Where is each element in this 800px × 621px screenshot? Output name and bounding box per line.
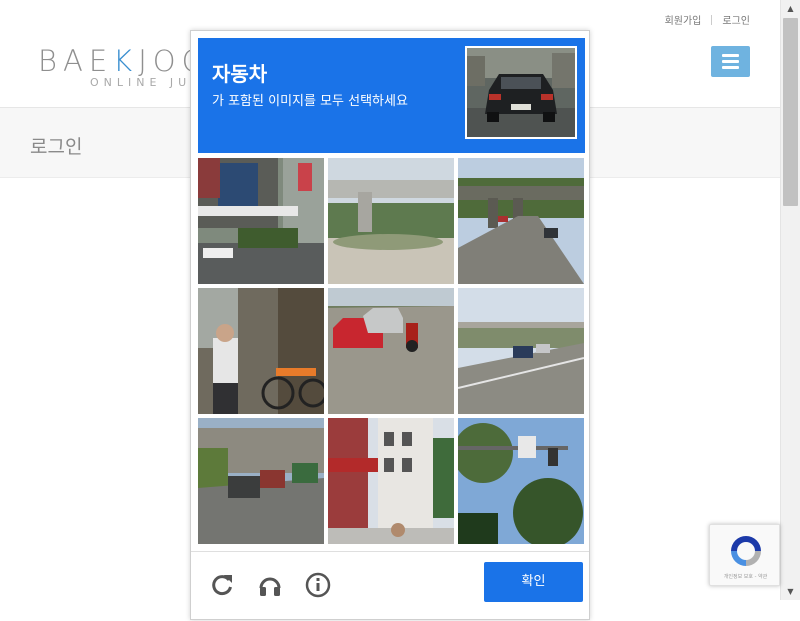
challenge-footer: 확인 [191, 551, 589, 621]
challenge-instruction: 가 포함된 이미지를 모두 선택하세요 [212, 94, 408, 109]
challenge-header: 자동차 가 포함된 이미지를 모두 선택하세요 [198, 38, 585, 153]
login-link[interactable]: 로그인 [722, 12, 750, 27]
scrollbar-thumb[interactable] [783, 18, 798, 206]
image-tile[interactable] [328, 288, 454, 414]
recaptcha-challenge-dialog: 자동차 가 포함된 이미지를 모두 선택하세요 확인 [190, 30, 590, 620]
logo-text-1: BAE [38, 44, 114, 78]
logo-accent: K [113, 44, 139, 78]
menu-button[interactable] [711, 46, 750, 77]
scroll-up-arrow-icon[interactable]: ▲ [781, 0, 800, 17]
link-divider [711, 14, 713, 25]
sample-image [465, 46, 577, 139]
recaptcha-badge-text[interactable]: 개인정보 보호 - 약관 [710, 573, 781, 580]
image-tile[interactable] [198, 158, 324, 284]
image-tile[interactable] [458, 418, 584, 544]
image-tile[interactable] [198, 418, 324, 544]
scroll-down-arrow-icon[interactable]: ▼ [781, 583, 800, 600]
verify-button[interactable]: 확인 [484, 562, 583, 602]
image-tile[interactable] [328, 158, 454, 284]
recaptcha-badge[interactable]: 개인정보 보호 - 약관 [709, 524, 780, 586]
reload-icon[interactable] [209, 572, 235, 598]
hamburger-icon-bar [722, 54, 739, 57]
image-tile[interactable] [198, 288, 324, 414]
page-title: 로그인 [30, 136, 83, 158]
hamburger-icon-bar [722, 66, 739, 69]
audio-icon[interactable] [257, 572, 283, 598]
image-tile[interactable] [458, 158, 584, 284]
image-tile[interactable] [328, 418, 454, 544]
challenge-target: 자동차 [212, 62, 268, 86]
recaptcha-logo-icon [731, 536, 761, 566]
page-scrollbar[interactable]: ▲ ▼ [780, 0, 800, 600]
image-tile[interactable] [458, 288, 584, 414]
hamburger-icon-bar [722, 60, 739, 63]
signup-link[interactable]: 회원가입 [665, 12, 702, 27]
top-links: 회원가입 로그인 [665, 12, 750, 27]
image-grid [198, 158, 585, 545]
info-icon[interactable] [305, 572, 331, 598]
